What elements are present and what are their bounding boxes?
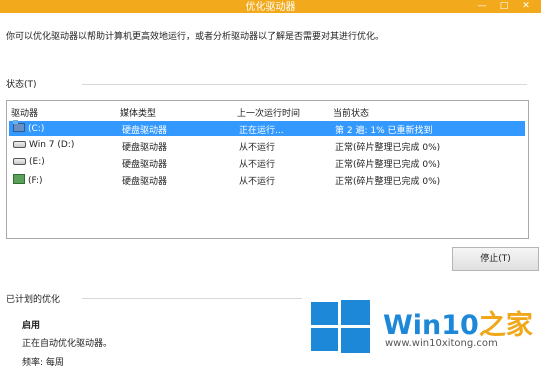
last-run: 从不运行 xyxy=(239,160,276,170)
window-controls: — □ ✕ xyxy=(471,0,537,13)
drive-list[interactable]: 驱动器 媒体类型 上一次运行时间 当前状态 (C:) 硬盘驱动器 正在运行...… xyxy=(6,100,529,239)
column-header-media-type[interactable]: 媒体类型 xyxy=(120,106,156,119)
close-button[interactable]: ✕ xyxy=(515,0,537,13)
drive-name: Win 7 (D:) xyxy=(29,140,75,150)
drive-name: (F:) xyxy=(28,176,43,186)
title-bar: 优化驱动器 — □ ✕ xyxy=(0,0,541,13)
stop-button[interactable]: 停止(T) xyxy=(452,247,539,271)
maximize-button[interactable]: □ xyxy=(493,0,515,13)
status-section-label: 状态(T) xyxy=(6,80,37,90)
table-row[interactable]: (E:) 硬盘驱动器 从不运行 正常(碎片整理已完成 0%) xyxy=(9,155,525,170)
last-run: 从不运行 xyxy=(239,143,276,153)
schedule-enabled-text: 启用 xyxy=(22,321,41,331)
watermark-url: www.win10xitong.com xyxy=(385,338,498,349)
windows-logo-icon xyxy=(309,298,371,354)
description-text: 你可以优化驱动器以帮助计算机更高效地运行，或者分析驱动器以了解是否需要对其进行优… xyxy=(6,32,385,42)
schedule-auto-text: 正在自动优化驱动器。 xyxy=(22,339,113,349)
column-header-last-run[interactable]: 上一次运行时间 xyxy=(237,106,300,119)
hard-drive-icon xyxy=(13,158,26,165)
brand-accent: 之家 xyxy=(478,310,533,341)
removable-drive-icon xyxy=(13,174,25,184)
column-header-current-status[interactable]: 当前状态 xyxy=(333,106,369,119)
hard-drive-icon xyxy=(13,141,26,148)
window-title: 优化驱动器 xyxy=(245,2,296,13)
schedule-frequency-text: 频率: 每周 xyxy=(22,358,64,368)
current-status: 第 2 遍: 1% 已重新找到 xyxy=(335,126,433,136)
media-type: 硬盘驱动器 xyxy=(122,143,168,153)
current-status: 正常(碎片整理已完成 0%) xyxy=(335,143,441,153)
scheduled-optimization-label: 已计划的优化 xyxy=(6,295,61,305)
media-type: 硬盘驱动器 xyxy=(122,160,168,170)
last-run: 正在运行... xyxy=(239,126,284,136)
watermark-logo: Win10之家 www.win10xitong.com xyxy=(309,298,534,354)
drive-name: (C:) xyxy=(28,124,45,134)
table-row[interactable]: (F:) 硬盘驱动器 从不运行 正常(碎片整理已完成 0%) xyxy=(9,172,525,187)
last-run: 从不运行 xyxy=(239,177,276,187)
column-header-drive[interactable]: 驱动器 xyxy=(11,106,38,119)
minimize-button[interactable]: — xyxy=(471,0,493,13)
media-type: 硬盘驱动器 xyxy=(122,177,168,187)
watermark-brand: Win10之家 xyxy=(383,303,533,342)
brand-main: Win10 xyxy=(383,310,479,341)
drive-list-header: 驱动器 媒体类型 上一次运行时间 当前状态 xyxy=(7,101,528,121)
scheduled-section-divider xyxy=(82,298,302,299)
current-status: 正常(碎片整理已完成 0%) xyxy=(335,160,441,170)
drive-name: (E:) xyxy=(29,157,45,167)
system-drive-icon xyxy=(13,120,25,132)
media-type: 硬盘驱动器 xyxy=(122,126,168,136)
table-row[interactable]: (C:) 硬盘驱动器 正在运行... 第 2 遍: 1% 已重新找到 xyxy=(9,120,525,136)
table-row[interactable]: Win 7 (D:) 硬盘驱动器 从不运行 正常(碎片整理已完成 0%) xyxy=(9,138,525,153)
current-status: 正常(碎片整理已完成 0%) xyxy=(335,177,441,187)
status-section-divider xyxy=(82,84,527,85)
